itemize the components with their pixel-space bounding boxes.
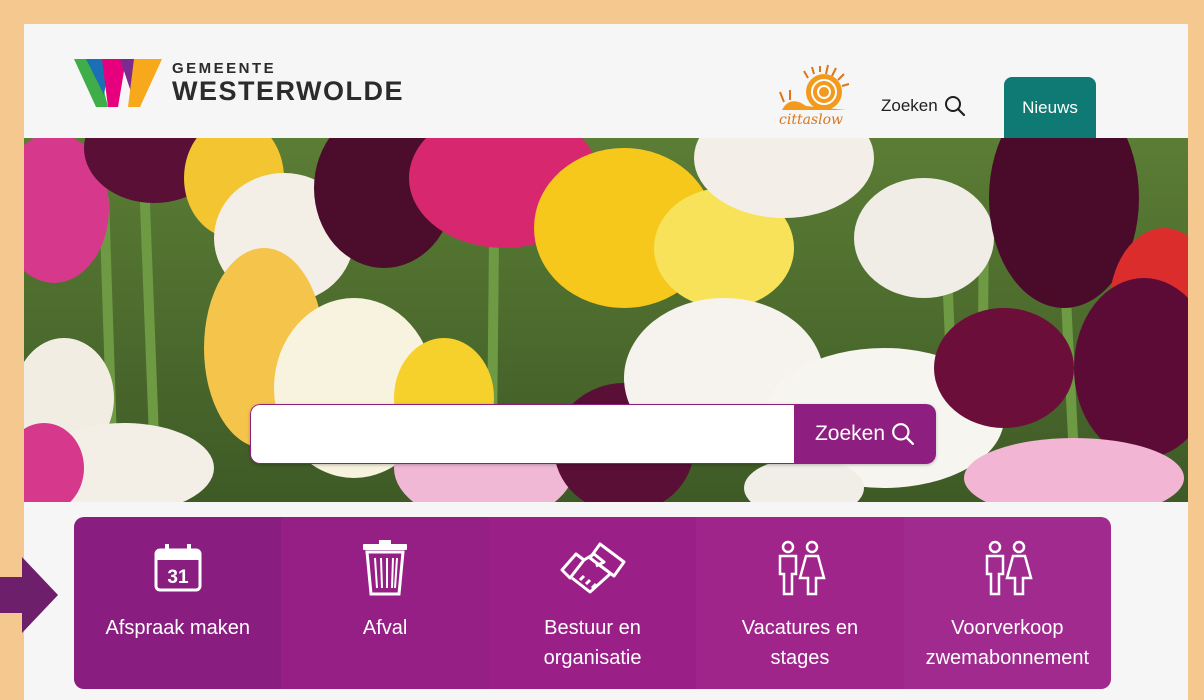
westerwolde-logo-mark-icon — [74, 59, 162, 107]
header-search-label: Zoeken — [881, 96, 938, 115]
tile-label: Afspraak maken — [105, 617, 250, 639]
logo-line-1: GEMEENTE — [172, 59, 277, 77]
header-search-link[interactable]: Zoeken — [881, 95, 966, 117]
tile-label: Vacatures en stages — [741, 617, 859, 669]
trash-bin-icon — [361, 537, 409, 599]
page-frame: GEMEENTE WESTERWOLDE cittaslow Zoeken Ni… — [24, 24, 1188, 700]
tile-label: Afval — [362, 617, 408, 639]
hero-search-button[interactable]: Zoeken — [794, 404, 936, 464]
quick-links: 31 Afspraak maken Afval Bestuur en organ… — [74, 517, 1111, 689]
hero-search-button-label: Zoeken — [814, 422, 886, 445]
logo-line-2: WESTERWOLDE — [172, 75, 404, 106]
people-icon — [979, 537, 1035, 599]
search-icon — [892, 423, 915, 446]
hero-search-bar: Zoeken — [250, 404, 936, 464]
calendar-day: 31 — [167, 567, 189, 588]
arrow-pointer-icon — [0, 557, 58, 633]
hero-search-input[interactable] — [250, 404, 794, 464]
tile-label: Voorverkoop zwemabonnement — [925, 617, 1090, 669]
hero-banner: Zoeken — [24, 138, 1188, 502]
tile-bestuur-en-organisatie[interactable]: Bestuur en organisatie — [488, 517, 697, 689]
tile-afval[interactable]: Afval — [281, 517, 489, 689]
news-button[interactable]: Nieuws — [1004, 77, 1096, 138]
tile-afspraak-maken[interactable]: 31 Afspraak maken — [74, 517, 282, 689]
people-icon — [772, 537, 828, 599]
tile-voorverkoop-zwemabonnement[interactable]: Voorverkoop zwemabonnement — [903, 517, 1111, 689]
tile-label: Bestuur en organisatie — [543, 617, 642, 669]
site-logo[interactable]: GEMEENTE WESTERWOLDE — [74, 59, 404, 107]
cittaslow-label: cittaslow — [779, 112, 843, 128]
search-icon — [944, 96, 965, 117]
tile-vacatures-en-stages[interactable]: Vacatures en stages — [696, 517, 904, 689]
snail-icon — [779, 64, 850, 110]
calendar-icon: 31 — [152, 537, 204, 599]
handshake-icon — [560, 537, 626, 599]
cittaslow-logo[interactable]: cittaslow — [776, 62, 856, 132]
site-header: GEMEENTE WESTERWOLDE cittaslow Zoeken Ni… — [24, 24, 1188, 138]
